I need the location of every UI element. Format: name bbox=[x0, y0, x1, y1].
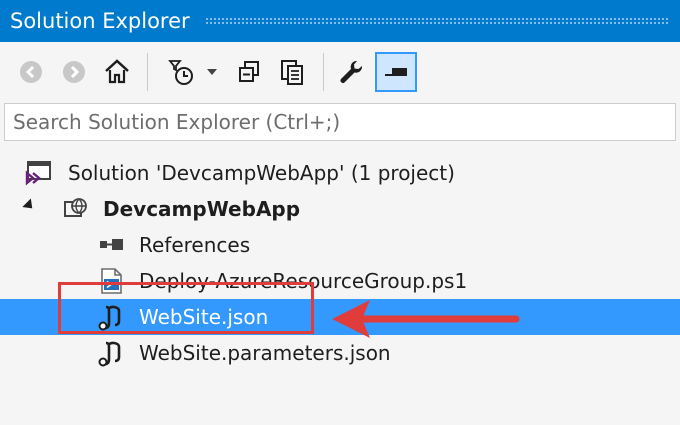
preview-selected-items-icon bbox=[385, 68, 407, 76]
web-project-icon bbox=[64, 198, 87, 217]
show-all-files-button[interactable] bbox=[275, 55, 309, 89]
search-input[interactable] bbox=[5, 104, 675, 140]
tree-row-solution[interactable]: Solution 'DevcampWebApp' (1 project) bbox=[0, 155, 680, 191]
references-label: References bbox=[139, 233, 251, 257]
title-bar-grip[interactable] bbox=[205, 17, 670, 25]
annotation-arrow-icon bbox=[332, 300, 520, 338]
tree-row-references[interactable]: References bbox=[0, 227, 680, 263]
preview-selected-items-button[interactable] bbox=[375, 52, 417, 92]
back-icon bbox=[20, 61, 42, 83]
show-all-files-icon bbox=[281, 60, 303, 85]
pending-changes-filter-button[interactable] bbox=[164, 55, 198, 89]
properties-button[interactable] bbox=[334, 55, 368, 89]
home-button[interactable] bbox=[100, 55, 134, 89]
json-template-icon bbox=[98, 341, 121, 367]
filter-dropdown-button[interactable] bbox=[200, 55, 224, 89]
tree-row-project[interactable]: DevcampWebApp bbox=[0, 191, 680, 227]
search-box[interactable] bbox=[4, 103, 676, 141]
forward-icon bbox=[63, 61, 85, 83]
back-button[interactable] bbox=[14, 55, 48, 89]
annotation-highlight-box bbox=[58, 282, 314, 334]
toolbar-separator bbox=[323, 53, 324, 91]
dropdown-arrow-icon bbox=[207, 69, 217, 75]
toolbar bbox=[0, 42, 680, 102]
toolbar-separator bbox=[147, 53, 148, 91]
solution-icon bbox=[25, 161, 51, 186]
project-label: DevcampWebApp bbox=[103, 197, 301, 221]
solution-label: Solution 'DevcampWebApp' (1 project) bbox=[68, 161, 455, 185]
collapse-all-icon bbox=[239, 61, 259, 82]
properties-wrench-icon bbox=[340, 60, 363, 83]
pending-changes-filter-icon bbox=[168, 60, 193, 85]
expanded-triangle-icon[interactable] bbox=[22, 198, 37, 213]
collapse-all-button[interactable] bbox=[232, 55, 266, 89]
title-bar: Solution Explorer bbox=[0, 0, 680, 42]
references-icon bbox=[100, 239, 123, 250]
forward-button[interactable] bbox=[57, 55, 91, 89]
window-title: Solution Explorer bbox=[10, 9, 190, 33]
home-icon bbox=[105, 59, 129, 84]
